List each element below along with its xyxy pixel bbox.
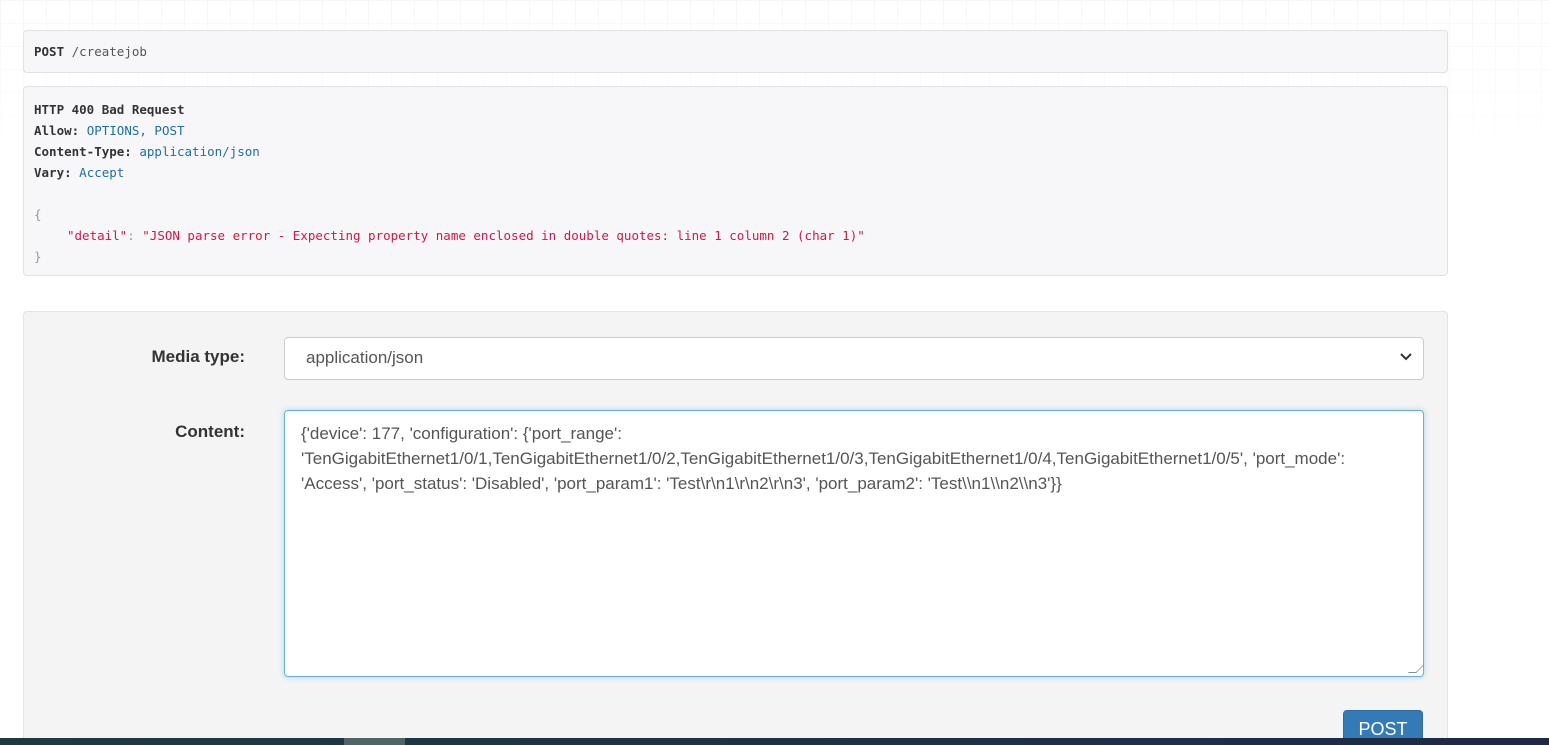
json-key: "detail" xyxy=(67,228,128,243)
json-open-brace: { xyxy=(34,207,42,222)
json-detail-line: "detail": "JSON parse error - Expecting … xyxy=(34,225,1437,246)
content-label: Content: xyxy=(175,422,245,441)
header-name: Allow: xyxy=(34,123,80,138)
header-value: application/json xyxy=(139,144,260,159)
json-colon: : xyxy=(127,228,143,243)
response-status: HTTP 400 Bad Request xyxy=(34,102,185,117)
response-header: Vary: Accept xyxy=(34,162,1437,183)
media-type-label: Media type: xyxy=(151,347,245,366)
taskbar xyxy=(0,738,1549,745)
taskbar-item[interactable] xyxy=(344,738,405,745)
header-name: Vary: xyxy=(34,165,72,180)
response-info: HTTP 400 Bad Request Allow: OPTIONS, POS… xyxy=(23,86,1448,276)
header-value: OPTIONS, POST xyxy=(86,123,185,138)
response-header: Allow: OPTIONS, POST xyxy=(34,120,1437,141)
media-type-select[interactable]: application/json xyxy=(284,337,1424,380)
json-close-brace: } xyxy=(34,249,42,264)
chevron-down-icon xyxy=(1399,349,1413,366)
request-info: POST /createjob xyxy=(23,30,1448,73)
header-value: Accept xyxy=(79,165,125,180)
media-type-value: application/json xyxy=(306,348,424,367)
header-name: Content-Type: xyxy=(34,144,132,159)
post-form: Media type: application/json Content: {'… xyxy=(23,311,1448,745)
resize-grip-icon[interactable] xyxy=(1408,665,1424,673)
response-header: Content-Type: application/json xyxy=(34,141,1437,162)
content-text: {'device': 177, 'configuration': {'port_… xyxy=(301,424,1346,493)
request-path: /createjob xyxy=(71,44,147,59)
json-value: "JSON parse error - Expecting property n… xyxy=(142,228,865,243)
request-method: POST xyxy=(34,44,65,59)
content-textarea[interactable]: {'device': 177, 'configuration': {'port_… xyxy=(284,410,1424,677)
